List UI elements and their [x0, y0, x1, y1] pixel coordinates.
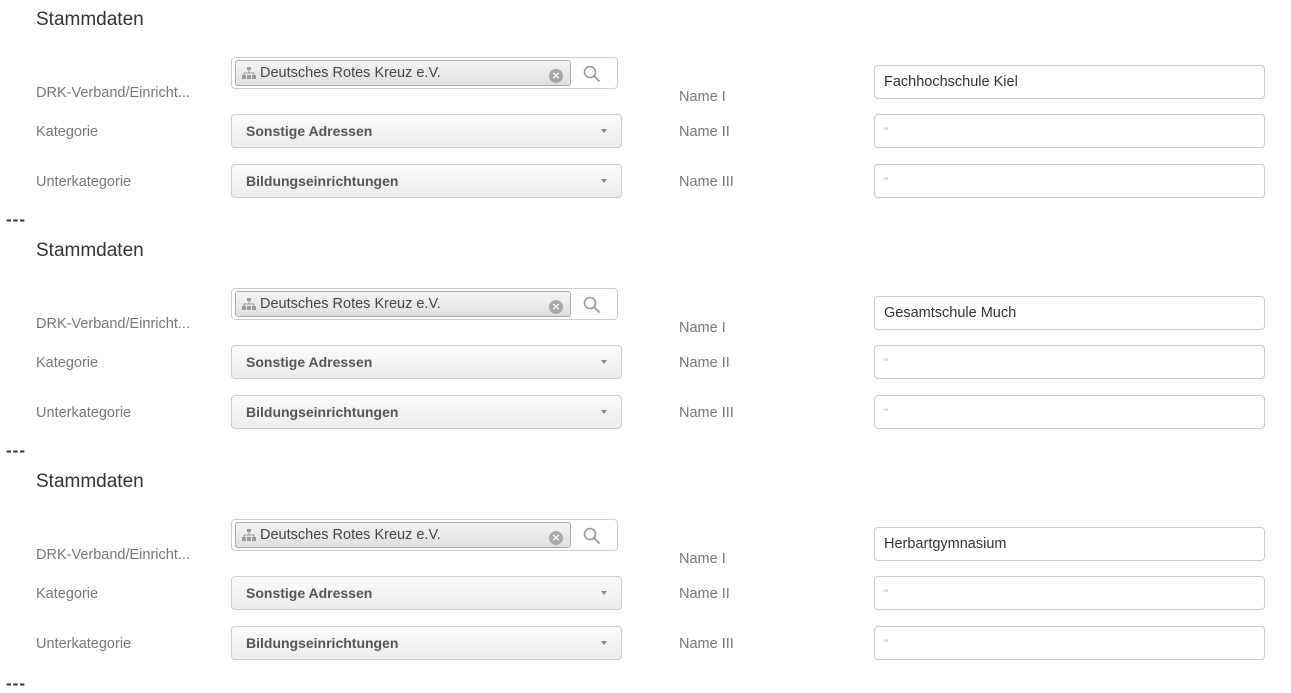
org-structure-icon	[242, 67, 256, 79]
section-title: Stammdaten	[36, 9, 144, 30]
kategorie-label: Kategorie	[36, 124, 99, 140]
clear-icon[interactable]: ×	[549, 531, 563, 545]
verband-tag[interactable]: Deutsches Rotes Kreuz e.V. ×	[235, 522, 571, 548]
unterkategorie-select[interactable]: Bildungseinrichtungen	[231, 164, 622, 198]
org-structure-icon	[242, 298, 256, 310]
name1-input[interactable]	[874, 65, 1265, 99]
kategorie-select[interactable]: Sonstige Adressen	[231, 576, 622, 610]
section-title: Stammdaten	[36, 471, 144, 492]
search-icon[interactable]	[582, 64, 602, 84]
name3-label: Name III	[679, 174, 734, 190]
chevron-down-icon	[601, 410, 607, 414]
verband-tag[interactable]: Deutsches Rotes Kreuz e.V. ×	[235, 291, 571, 317]
name3-label: Name III	[679, 636, 734, 652]
unterkategorie-select[interactable]: Bildungseinrichtungen	[231, 395, 622, 429]
verband-value: Deutsches Rotes Kreuz e.V.	[260, 65, 441, 81]
name2-label: Name II	[679, 355, 730, 371]
org-structure-icon	[242, 529, 256, 541]
unterkategorie-label: Unterkategorie	[36, 636, 132, 652]
name3-input[interactable]	[874, 164, 1265, 198]
separator: ---	[6, 441, 26, 460]
kategorie-select[interactable]: Sonstige Adressen	[231, 114, 622, 148]
chevron-down-icon	[601, 641, 607, 645]
verband-label: DRK-Verband/Einricht...	[36, 85, 190, 101]
clear-icon[interactable]: ×	[549, 69, 563, 83]
name2-label: Name II	[679, 586, 730, 602]
name1-label: Name I	[679, 320, 726, 336]
name1-label: Name I	[679, 551, 726, 567]
stammdaten-section: Stammdaten DRK-Verband/Einricht... Deuts…	[0, 0, 1291, 200]
separator: ---	[6, 674, 26, 693]
unterkategorie-value: Bildungseinrichtungen	[246, 635, 399, 651]
name3-label: Name III	[679, 405, 734, 421]
kategorie-value: Sonstige Adressen	[246, 585, 373, 601]
kategorie-select[interactable]: Sonstige Adressen	[231, 345, 622, 379]
verband-lookup[interactable]: Deutsches Rotes Kreuz e.V. ×	[231, 57, 618, 89]
name1-input[interactable]	[874, 296, 1265, 330]
kategorie-label: Kategorie	[36, 355, 99, 371]
unterkategorie-value: Bildungseinrichtungen	[246, 173, 399, 189]
name3-input[interactable]	[874, 395, 1265, 429]
verband-label: DRK-Verband/Einricht...	[36, 316, 190, 332]
name2-input[interactable]	[874, 576, 1265, 610]
name1-input[interactable]	[874, 527, 1265, 561]
stammdaten-section: Stammdaten DRK-Verband/Einricht... Deuts…	[0, 231, 1291, 431]
chevron-down-icon	[601, 129, 607, 133]
verband-tag[interactable]: Deutsches Rotes Kreuz e.V. ×	[235, 60, 571, 86]
unterkategorie-value: Bildungseinrichtungen	[246, 404, 399, 420]
separator: ---	[6, 210, 26, 229]
name1-label: Name I	[679, 89, 726, 105]
chevron-down-icon	[601, 179, 607, 183]
stammdaten-section: Stammdaten DRK-Verband/Einricht... Deuts…	[0, 462, 1291, 662]
unterkategorie-label: Unterkategorie	[36, 174, 132, 190]
search-icon[interactable]	[582, 526, 602, 546]
verband-value: Deutsches Rotes Kreuz e.V.	[260, 296, 441, 312]
clear-icon[interactable]: ×	[549, 300, 563, 314]
name2-label: Name II	[679, 124, 730, 140]
section-title: Stammdaten	[36, 240, 144, 261]
unterkategorie-label: Unterkategorie	[36, 405, 132, 421]
verband-label: DRK-Verband/Einricht...	[36, 547, 190, 563]
unterkategorie-select[interactable]: Bildungseinrichtungen	[231, 626, 622, 660]
verband-lookup[interactable]: Deutsches Rotes Kreuz e.V. ×	[231, 288, 618, 320]
name2-input[interactable]	[874, 345, 1265, 379]
kategorie-value: Sonstige Adressen	[246, 354, 373, 370]
name2-input[interactable]	[874, 114, 1265, 148]
kategorie-label: Kategorie	[36, 586, 99, 602]
verband-value: Deutsches Rotes Kreuz e.V.	[260, 527, 441, 543]
kategorie-value: Sonstige Adressen	[246, 123, 373, 139]
name3-input[interactable]	[874, 626, 1265, 660]
verband-lookup[interactable]: Deutsches Rotes Kreuz e.V. ×	[231, 519, 618, 551]
chevron-down-icon	[601, 360, 607, 364]
search-icon[interactable]	[582, 295, 602, 315]
chevron-down-icon	[601, 591, 607, 595]
